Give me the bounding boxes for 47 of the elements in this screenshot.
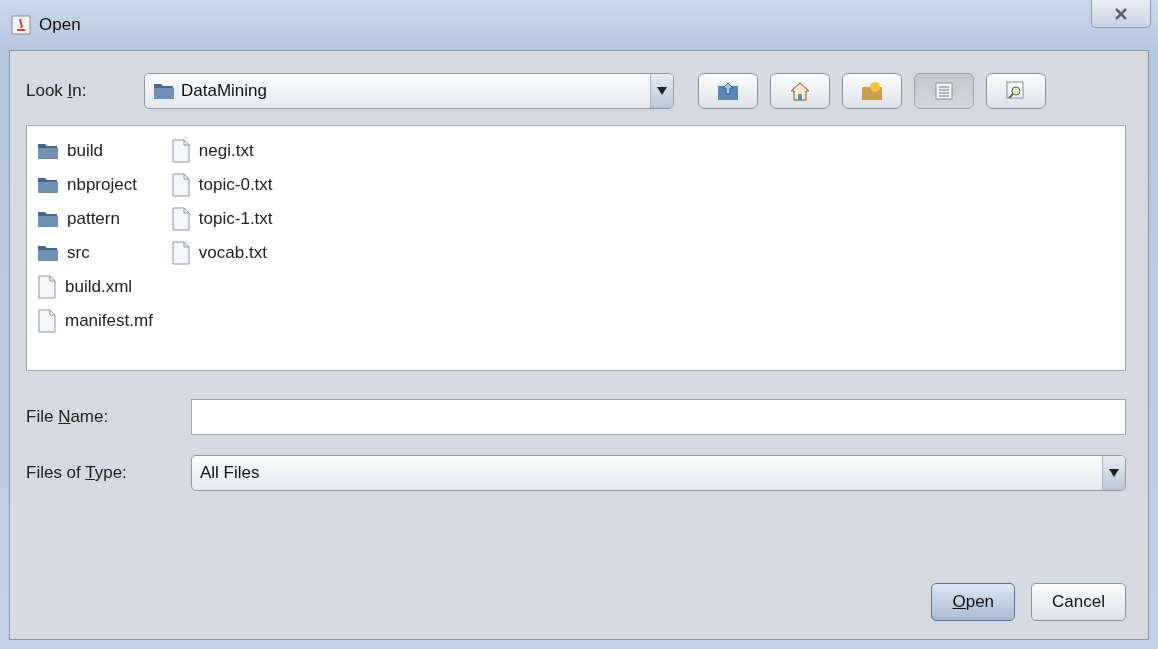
folder-icon bbox=[37, 175, 59, 195]
toolbar-button[interactable] bbox=[842, 73, 902, 109]
details-view-icon bbox=[1006, 81, 1026, 101]
file-list-item[interactable]: pattern bbox=[67, 209, 120, 229]
file-icon bbox=[170, 139, 191, 163]
app-icon bbox=[11, 15, 31, 35]
toolbar-button[interactable] bbox=[914, 73, 974, 109]
window-title: Open bbox=[39, 15, 81, 35]
file-icon bbox=[170, 207, 191, 231]
file-list-item[interactable]: nbproject bbox=[67, 175, 137, 195]
file-list-item[interactable]: src bbox=[67, 243, 90, 263]
list-view-icon bbox=[935, 82, 953, 100]
file-list-item[interactable]: topic-0.txt bbox=[198, 175, 273, 195]
file-icon bbox=[37, 309, 57, 333]
file-list-item[interactable]: topic-1.txt bbox=[198, 209, 273, 229]
new-folder-icon bbox=[861, 81, 883, 101]
look-in-value: DataMining bbox=[181, 81, 268, 101]
cancel-button[interactable]: Cancel bbox=[1031, 583, 1126, 621]
toolbar-button[interactable] bbox=[986, 73, 1046, 109]
file-icon bbox=[170, 241, 191, 265]
files-of-type-value: All Files bbox=[200, 463, 261, 483]
folder-icon bbox=[37, 209, 59, 229]
dropdown-arrow-icon bbox=[1109, 469, 1119, 477]
folder-icon bbox=[37, 141, 59, 161]
files-of-type-label: Files of Type: bbox=[26, 463, 128, 483]
folder-icon bbox=[153, 81, 175, 101]
toolbar-button[interactable] bbox=[698, 73, 758, 109]
file-name-label: File Name: bbox=[26, 407, 110, 427]
dropdown-arrow-icon bbox=[657, 87, 667, 95]
folder-up-icon bbox=[717, 81, 739, 101]
files-of-type-dropdown[interactable]: All Files bbox=[191, 455, 1126, 491]
file-list-item[interactable]: build.xml bbox=[65, 277, 133, 297]
file-list-item[interactable]: manifest.mf bbox=[65, 311, 153, 331]
file-list-item[interactable]: negi.txt bbox=[198, 141, 254, 161]
look-in-dropdown[interactable]: DataMining bbox=[144, 73, 674, 109]
close-button[interactable] bbox=[1091, 0, 1151, 28]
open-button[interactable]: Open bbox=[931, 583, 1016, 621]
toolbar-button[interactable] bbox=[770, 73, 830, 109]
look-in-label: Look In: bbox=[26, 81, 88, 101]
file-list-item[interactable]: vocab.txt bbox=[198, 243, 267, 263]
home-icon bbox=[789, 81, 811, 101]
file-icon bbox=[37, 275, 57, 299]
file-icon bbox=[170, 173, 191, 197]
close-icon bbox=[1114, 7, 1128, 20]
file-list-item[interactable]: build bbox=[67, 141, 103, 161]
file-name-field[interactable] bbox=[191, 399, 1126, 435]
folder-icon bbox=[37, 243, 59, 263]
